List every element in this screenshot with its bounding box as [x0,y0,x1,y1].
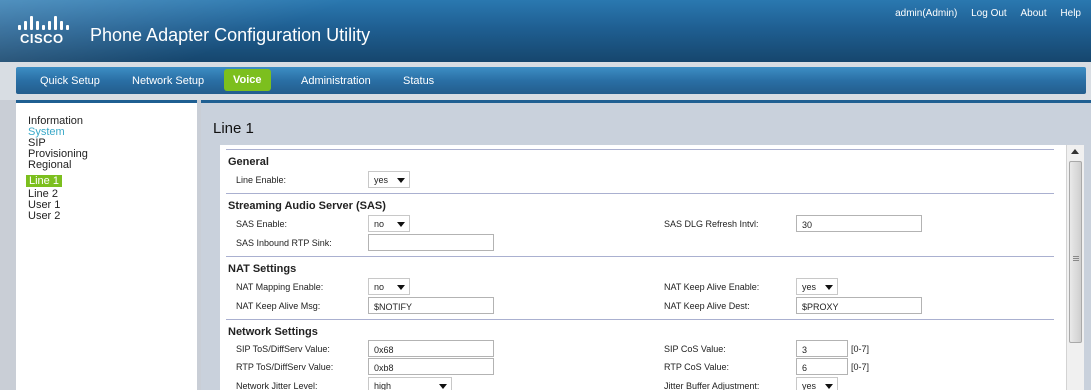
sidebar: Information System SIP Provisioning Regi… [16,100,197,390]
grip-icon [1073,256,1079,257]
sas-refresh-label: SAS DLG Refresh Intvl: [664,219,759,229]
nav-quick-setup[interactable]: Quick Setup [40,75,100,87]
cisco-logo-text: CISCO [20,31,64,46]
sas-enable-label: SAS Enable: [236,219,288,229]
nat-mapping-label: NAT Mapping Enable: [236,282,324,292]
scroll-thumb[interactable] [1069,161,1082,343]
main-nav: Quick Setup Network Setup Voice Administ… [16,67,1086,94]
current-user: admin(Admin) [895,8,958,19]
nav-voice[interactable]: Voice [224,69,271,91]
divider [226,193,1054,194]
settings-form: General Line Enable: yes Streaming Audio… [220,145,1084,390]
sip-cos-label: SIP CoS Value: [664,344,726,354]
nat-keepalive-msg-label: NAT Keep Alive Msg: [236,301,321,311]
main-content: Line 1 General Line Enable: yes Streamin… [201,100,1091,390]
sas-enable-select[interactable]: no [368,215,410,232]
section-sas-title: Streaming Audio Server (SAS) [228,200,386,212]
jitter-level-label: Network Jitter Level: [236,381,318,390]
rtp-cos-label: RTP CoS Value: [664,362,730,372]
section-network-title: Network Settings [228,326,318,338]
section-nat-title: NAT Settings [228,263,297,275]
nat-mapping-value: no [374,282,385,292]
sidebar-item-user-2[interactable]: User 2 [28,211,88,222]
logout-link[interactable]: Log Out [971,8,1007,19]
jitter-adjust-select[interactable]: yes [796,377,838,390]
nat-keepalive-enable-select[interactable]: yes [796,278,838,295]
nat-keepalive-enable-label: NAT Keep Alive Enable: [664,282,760,292]
sas-enable-value: no [374,219,385,229]
sip-tos-input[interactable] [368,340,494,357]
about-link[interactable]: About [1021,8,1047,19]
sas-sink-label: SAS Inbound RTP Sink: [236,238,332,248]
nat-keepalive-dest-label: NAT Keep Alive Dest: [664,301,750,311]
form-scrollbar[interactable] [1066,145,1084,390]
sip-cos-input[interactable] [796,340,848,357]
app-title: Phone Adapter Configuration Utility [90,25,371,45]
sas-refresh-input[interactable] [796,215,922,232]
divider [226,256,1054,257]
nat-mapping-select[interactable]: no [368,278,410,295]
sas-sink-input[interactable] [368,234,494,251]
line-enable-label: Line Enable: [236,175,287,185]
cisco-logo: CISCO [18,14,69,50]
rtp-tos-label: RTP ToS/DiffServ Value: [236,362,334,372]
chevron-down-icon [825,285,833,290]
line-enable-select[interactable]: yes [368,171,410,188]
chevron-down-icon [825,384,833,389]
section-general-title: General [228,156,269,168]
sip-tos-label: SIP ToS/DiffServ Value: [236,344,330,354]
sidebar-item-regional[interactable]: Regional [28,160,88,171]
nav-status[interactable]: Status [403,75,434,87]
jitter-adjust-label: Jitter Buffer Adjustment: [664,381,760,390]
page-title: Line 1 [213,120,254,137]
rtp-cos-input[interactable] [796,358,848,375]
nat-keepalive-dest-input[interactable] [796,297,922,314]
help-link[interactable]: Help [1060,8,1081,19]
nav-network-setup[interactable]: Network Setup [132,75,204,87]
cisco-logo-bars-icon [18,14,69,30]
line-enable-value: yes [374,175,389,185]
jitter-adjust-value: yes [802,381,817,390]
sip-cos-range: [0-7] [851,344,870,354]
settings-scroll-area: General Line Enable: yes Streaming Audio… [220,145,1066,390]
divider [226,149,1054,150]
nav-area: Quick Setup Network Setup Voice Administ… [0,62,1091,100]
jitter-level-select[interactable]: high [368,377,452,390]
jitter-level-value: high [374,381,392,390]
nav-administration[interactable]: Administration [301,75,371,87]
rtp-tos-input[interactable] [368,358,494,375]
divider [226,319,1054,320]
app-header: CISCO Phone Adapter Configuration Utilit… [0,0,1091,62]
chevron-down-icon [439,384,447,389]
scroll-up-icon[interactable] [1071,149,1079,154]
nat-keepalive-msg-input[interactable] [368,297,494,314]
chevron-down-icon [397,178,405,183]
sidebar-item-line-1[interactable]: Line 1 [26,175,62,187]
nat-keepalive-enable-value: yes [802,282,817,292]
chevron-down-icon [397,285,405,290]
rtp-cos-range: [0-7] [851,362,870,372]
chevron-down-icon [397,222,405,227]
top-links: admin(Admin) Log Out About Help [884,8,1081,19]
